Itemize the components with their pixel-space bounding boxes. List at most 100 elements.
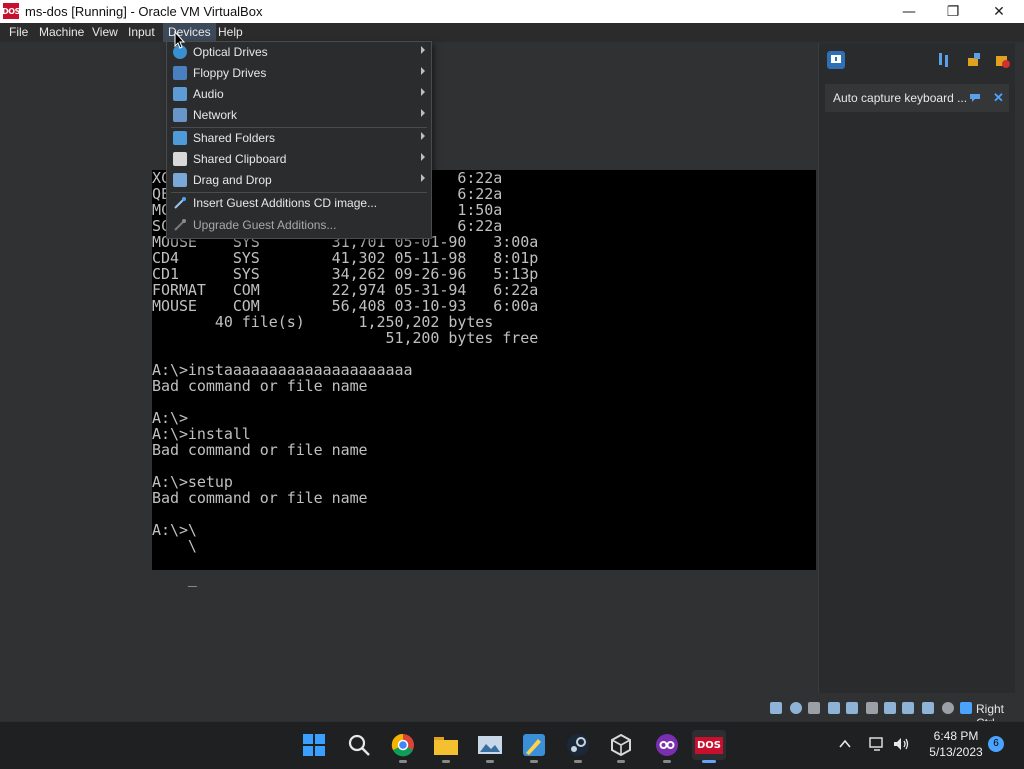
- shared-folder-icon: [173, 131, 187, 145]
- notification-item[interactable]: Auto capture keyboard ... ✕: [825, 84, 1009, 112]
- virtualbox-icon: [611, 733, 631, 757]
- menu-item-drag-and-drop[interactable]: Drag and Drop: [167, 170, 431, 191]
- window-title: ms-dos [Running] - Oracle VM VirtualBox: [25, 4, 263, 19]
- menu-machine[interactable]: Machine: [34, 23, 89, 42]
- mouse-cursor-icon: [174, 30, 186, 49]
- start-button[interactable]: [297, 730, 331, 760]
- notification-text: Auto capture keyboard ...: [833, 91, 968, 105]
- taskbar-dos[interactable]: DOS: [692, 730, 726, 763]
- dismiss-icon[interactable]: ✕: [993, 90, 1005, 105]
- submenu-arrow-icon: [421, 153, 425, 161]
- menu-item-optical-drives[interactable]: Optical Drives: [167, 42, 431, 63]
- show-hidden-icons-button[interactable]: [838, 737, 852, 751]
- drag-drop-icon: [173, 173, 187, 187]
- network-icon: [173, 108, 187, 122]
- title-bar[interactable]: DOS ms-dos [Running] - Oracle VM Virtual…: [0, 0, 1024, 23]
- notification-side-panel: Auto capture keyboard ... ✕: [818, 43, 1015, 693]
- taskbar-app-infinity[interactable]: [650, 730, 684, 763]
- menu-item-upgrade-guest-additions: Upgrade Guest Additions...: [167, 215, 431, 236]
- usb-status-icon[interactable]: [866, 702, 878, 714]
- maximize-button[interactable]: ❐: [930, 0, 976, 23]
- clock-date: 5/13/2023: [929, 745, 983, 759]
- taskbar-chrome[interactable]: [386, 730, 420, 763]
- clock-time: 6:48 PM: [933, 729, 979, 743]
- menu-item-shared-clipboard[interactable]: Shared Clipboard: [167, 149, 431, 170]
- submenu-arrow-icon: [421, 88, 425, 96]
- menu-bar: File Machine View Input Devices Help: [0, 23, 1024, 42]
- floppy-icon: [173, 66, 187, 80]
- menu-view[interactable]: View: [87, 23, 123, 42]
- menu-item-network[interactable]: Network: [167, 105, 431, 126]
- active-indicator: [702, 760, 716, 763]
- running-indicator: [486, 760, 494, 763]
- running-indicator: [399, 760, 407, 763]
- recording-status-icon[interactable]: [922, 702, 934, 714]
- taskbar-steam[interactable]: [561, 730, 595, 763]
- steam-icon: [567, 734, 589, 756]
- running-indicator: [442, 760, 450, 763]
- floppy-status-icon[interactable]: [808, 702, 820, 714]
- menu-item-insert-guest-additions[interactable]: Insert Guest Additions CD image...: [167, 193, 431, 214]
- running-indicator: [574, 760, 582, 763]
- menu-devices[interactable]: Devices: [163, 23, 216, 42]
- devices-dropdown-menu: Optical Drives Floppy Drives Audio Netwo…: [166, 41, 432, 239]
- menu-item-audio[interactable]: Audio: [167, 84, 431, 105]
- mouse-integration-icon[interactable]: [960, 702, 972, 714]
- audio-status-icon[interactable]: [828, 702, 840, 714]
- menu-item-label: Shared Folders: [193, 131, 276, 145]
- network-status-icon[interactable]: [846, 702, 858, 714]
- menu-item-label: Floppy Drives: [193, 66, 267, 80]
- notification-count-badge[interactable]: 6: [988, 736, 1004, 752]
- minimize-button[interactable]: —: [886, 0, 932, 23]
- menu-item-label: Insert Guest Additions CD image...: [193, 196, 378, 210]
- volume-tray-icon[interactable]: [892, 736, 910, 752]
- folder-icon: [434, 737, 458, 755]
- windows-start-icon: [303, 734, 325, 756]
- notification-center-icon[interactable]: [827, 51, 845, 69]
- photos-icon: [478, 736, 502, 754]
- menu-file[interactable]: File: [4, 23, 33, 42]
- submenu-arrow-icon: [421, 174, 425, 182]
- running-indicator: [530, 760, 538, 763]
- running-indicator: [663, 760, 671, 763]
- menu-input[interactable]: Input: [123, 23, 160, 42]
- optical-drive-status-icon[interactable]: [790, 702, 802, 714]
- menu-item-shared-folders[interactable]: Shared Folders: [167, 128, 431, 149]
- menu-item-label: Shared Clipboard: [193, 152, 287, 166]
- taskbar: DOS 6:48 PM 5/13/2023 6: [0, 721, 1024, 769]
- submenu-arrow-icon: [421, 67, 425, 75]
- hard-disk-status-icon[interactable]: [770, 702, 782, 714]
- audio-icon: [173, 87, 187, 101]
- edit-icon[interactable]: [965, 51, 983, 69]
- menu-item-label: Audio: [193, 87, 224, 101]
- taskbar-photos[interactable]: [473, 730, 507, 763]
- sort-icon[interactable]: [935, 51, 953, 69]
- menu-item-floppy-drives[interactable]: Floppy Drives: [167, 63, 431, 84]
- taskbar-virtualbox[interactable]: [604, 730, 638, 763]
- taskbar-search-button[interactable]: [342, 730, 376, 760]
- submenu-arrow-icon: [421, 109, 425, 117]
- close-button[interactable]: ✕: [976, 0, 1022, 23]
- keyboard-capture-icon[interactable]: [969, 92, 981, 102]
- network-tray-icon[interactable]: [868, 736, 886, 752]
- dos-icon: DOS: [694, 736, 723, 754]
- menu-item-label: Upgrade Guest Additions...: [193, 218, 337, 232]
- chrome-icon: [391, 733, 414, 757]
- search-icon: [348, 734, 370, 756]
- shared-folders-status-icon[interactable]: [884, 702, 896, 714]
- chevron-up-icon: [839, 739, 851, 748]
- display-status-icon[interactable]: [902, 702, 914, 714]
- app-icon: DOS: [2, 3, 20, 19]
- upgrade-icon: [173, 218, 187, 232]
- vm-status-bar: Right Ctrl: [0, 697, 1024, 730]
- taskbar-paint[interactable]: [517, 730, 551, 763]
- taskbar-clock[interactable]: 6:48 PM 5/13/2023: [918, 728, 994, 760]
- clear-all-icon[interactable]: [993, 51, 1011, 69]
- menu-item-label: Drag and Drop: [193, 173, 272, 187]
- menu-help[interactable]: Help: [213, 23, 248, 42]
- paint-icon: [523, 734, 545, 756]
- submenu-arrow-icon: [421, 132, 425, 140]
- submenu-arrow-icon: [421, 46, 425, 54]
- cpu-status-icon[interactable]: [942, 702, 954, 714]
- taskbar-file-explorer[interactable]: [429, 730, 463, 763]
